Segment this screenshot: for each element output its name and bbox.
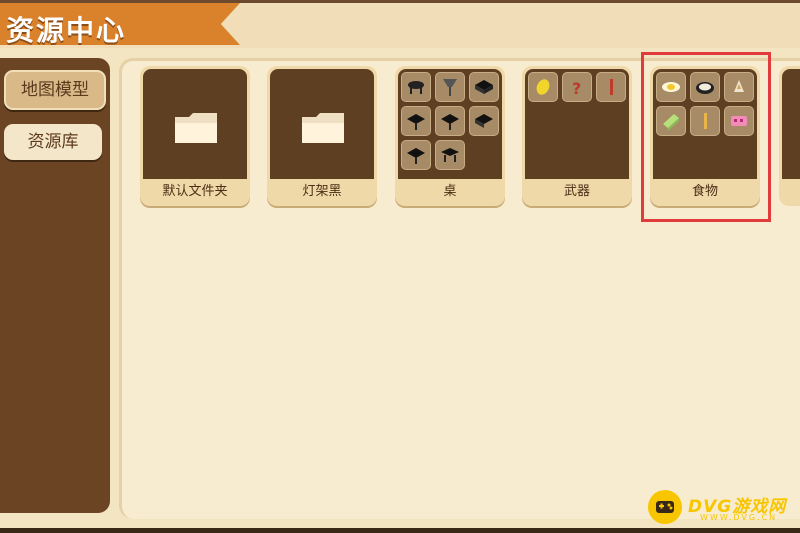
question-icon: ?: [562, 72, 592, 102]
card-label: 桌: [443, 184, 457, 199]
watermark-url: WWW.DVG.CN: [700, 513, 778, 522]
card-preview: [782, 69, 800, 179]
page-title: 资源中心: [6, 14, 127, 47]
sidebar: 地图模型 资源库: [0, 58, 110, 513]
folder-card-lamp-rack[interactable]: 灯架黑: [267, 66, 377, 206]
lamp-icon: [435, 72, 465, 102]
table-icon: [401, 106, 431, 136]
folder-card-default[interactable]: 默认文件夹: [140, 66, 250, 206]
card-label: 武器: [563, 184, 590, 199]
watermark: DVG游戏网 WWW.DVG.CN: [648, 486, 798, 526]
model-card-weapons[interactable]: ? 武器: [522, 66, 632, 206]
card-label: 默认文件夹: [162, 184, 228, 199]
selection-highlight: [641, 52, 771, 222]
card-preview: ?: [525, 69, 629, 179]
table-icon: [435, 140, 465, 170]
model-card-partial[interactable]: [779, 66, 800, 206]
table-icon: [469, 72, 499, 102]
bottom-border: [0, 528, 800, 533]
top-border: [0, 0, 800, 3]
table-icon: [435, 106, 465, 136]
table-icon: [469, 106, 499, 136]
coin-icon: [528, 72, 558, 102]
gamepad-logo-icon: [648, 490, 682, 524]
table-icon: [401, 140, 431, 170]
svg-text:?: ?: [572, 79, 581, 98]
tab-resource-library[interactable]: 资源库: [4, 124, 102, 160]
model-card-table[interactable]: 桌: [395, 66, 505, 206]
folder-icon: [175, 113, 217, 143]
folder-icon: [302, 113, 344, 143]
table-icon: [401, 72, 431, 102]
card-label: 灯架黑: [302, 184, 342, 199]
card-preview: [270, 69, 374, 179]
card-preview: [398, 69, 502, 179]
tab-map-models[interactable]: 地图模型: [4, 70, 106, 110]
title-banner: 资源中心: [0, 3, 240, 45]
stick-icon: [596, 72, 626, 102]
card-preview: [143, 69, 247, 179]
